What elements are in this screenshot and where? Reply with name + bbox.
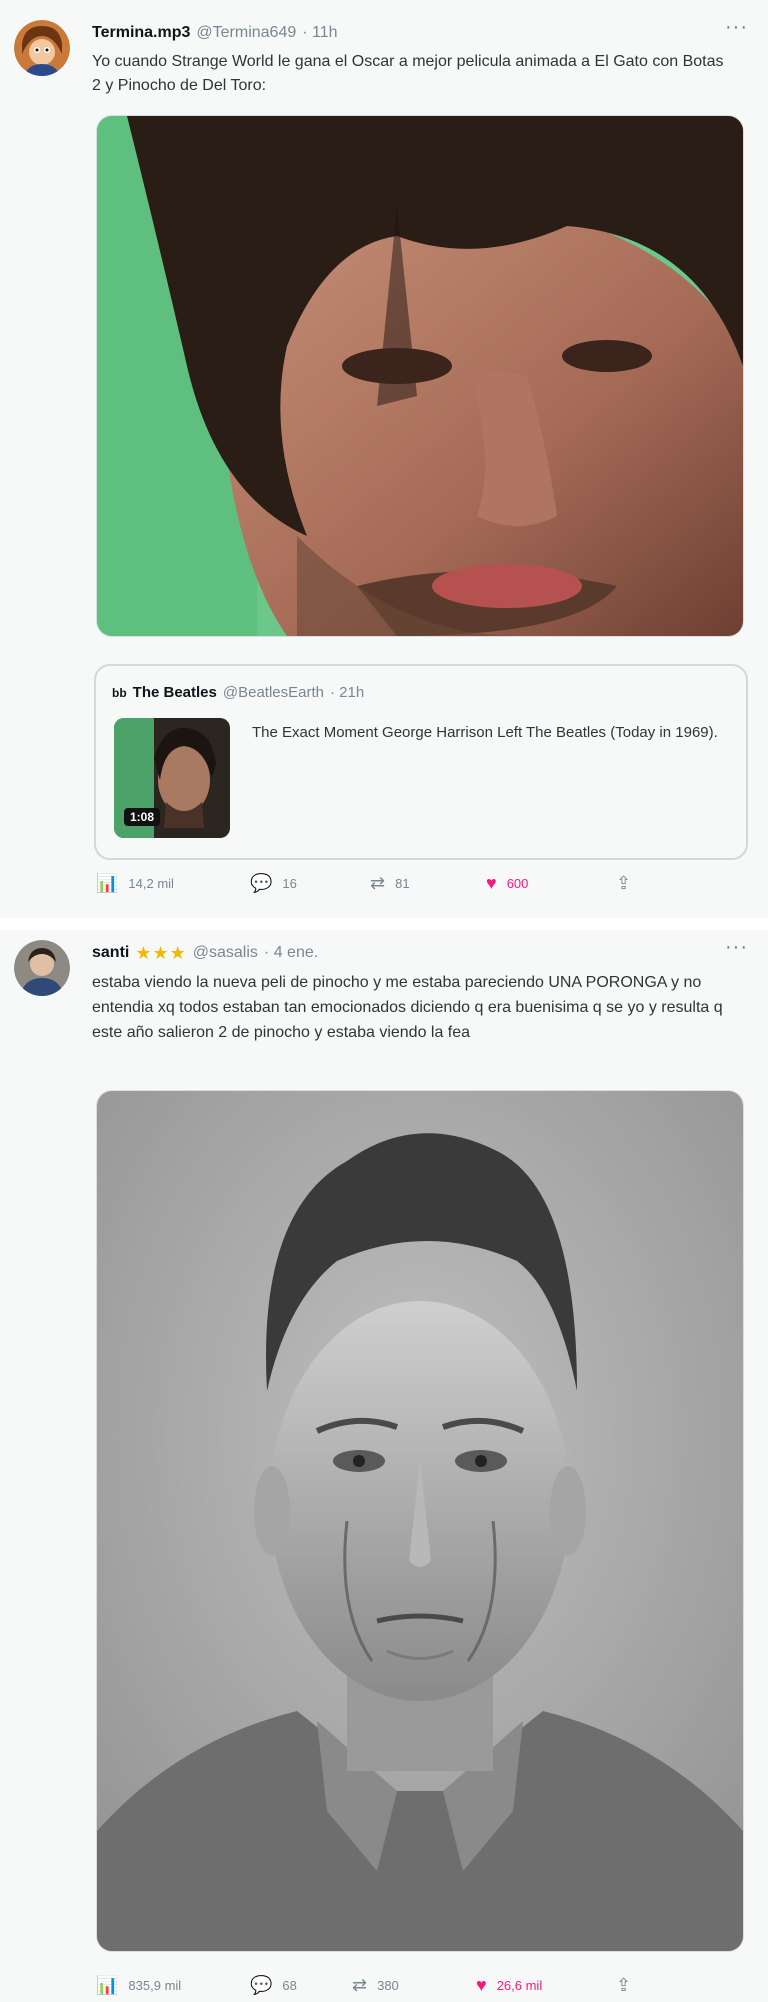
avatar[interactable] <box>14 20 70 76</box>
reply-icon: 💬 <box>250 1975 273 1995</box>
tweet-header: Termina.mp3 @Termina649 · 11h <box>92 20 338 46</box>
video-duration-badge: 1:08 <box>124 808 161 826</box>
avatar[interactable] <box>14 940 70 996</box>
tweet-divider <box>0 918 768 930</box>
views-button[interactable]: 📊 14,2 mil <box>96 870 174 896</box>
retweet-count: 380 <box>377 1977 399 1993</box>
tweet-image[interactable] <box>96 1090 744 1952</box>
share-icon: ⇪ <box>616 1975 632 1995</box>
quoted-tweet[interactable]: bb The Beatles @BeatlesEarth · 21h 1:08 … <box>94 664 748 860</box>
star-emoji: ★★★ <box>135 942 187 963</box>
tweet-text: Yo cuando Strange World le gana el Oscar… <box>92 53 724 94</box>
like-button[interactable]: ♥ 26,6 mil <box>476 1972 542 1998</box>
tweet-text: estaba viendo la nueva peli de pinocho y… <box>92 974 723 1041</box>
reply-count: 16 <box>282 875 297 891</box>
quoted-video-thumbnail[interactable]: 1:08 <box>114 718 230 838</box>
share-button[interactable]: ⇪ <box>616 1972 631 1998</box>
retweet-icon: ⇄ <box>370 873 386 893</box>
reply-count: 68 <box>282 1977 297 1993</box>
heart-icon: ♥ <box>486 873 497 893</box>
views-icon: 📊 <box>96 873 119 893</box>
quoted-handle[interactable]: @BeatlesEarth <box>223 684 324 701</box>
quoted-tweet-header: bb The Beatles @BeatlesEarth · 21h <box>112 684 364 701</box>
share-button[interactable]: ⇪ <box>616 870 631 896</box>
handle[interactable]: @Termina649 <box>196 24 296 42</box>
reply-button[interactable]: 💬 16 <box>250 870 297 896</box>
views-button[interactable]: 📊 835,9 mil <box>96 1972 181 1998</box>
quoted-tweet-text: The Exact Moment George Harrison Left Th… <box>252 724 718 741</box>
timestamp[interactable]: · 4 ene. <box>264 944 318 962</box>
quoted-timestamp[interactable]: · 21h <box>330 684 364 701</box>
more-options-icon[interactable]: ··· <box>725 16 748 39</box>
share-icon: ⇪ <box>616 873 632 893</box>
timestamp[interactable]: · 11h <box>302 24 337 42</box>
reply-button[interactable]: 💬 68 <box>250 1972 297 1998</box>
quoted-display-name[interactable]: The Beatles <box>133 684 217 701</box>
tweet-1[interactable]: Termina.mp3 @Termina649 · 11h ··· Yo cua… <box>0 0 768 918</box>
like-count: 600 <box>506 875 529 891</box>
heart-icon: ♥ <box>476 1975 487 1995</box>
beatles-account-icon: bb <box>112 685 127 700</box>
tweet-image[interactable] <box>96 115 744 637</box>
reply-icon: 💬 <box>250 873 273 893</box>
retweet-button[interactable]: ⇄ 81 <box>370 870 410 896</box>
views-count: 14,2 mil <box>128 875 174 891</box>
views-count: 835,9 mil <box>128 1977 182 1993</box>
retweet-count: 81 <box>395 875 410 891</box>
handle[interactable]: @sasalis <box>193 944 258 962</box>
tweet-2[interactable]: santi ★★★ @sasalis · 4 ene. ··· estaba v… <box>0 930 768 2002</box>
more-options-icon[interactable]: ··· <box>725 936 748 959</box>
retweet-button[interactable]: ⇄ 380 <box>352 1972 399 1998</box>
tweet-actions: 📊 14,2 mil 💬 16 ⇄ 81 ♥ 600 ⇪ <box>96 870 656 896</box>
tweet-header: santi ★★★ @sasalis · 4 ene. <box>92 940 318 966</box>
views-icon: 📊 <box>96 1975 119 1995</box>
like-button[interactable]: ♥ 600 <box>486 870 528 896</box>
tweet-actions: 📊 835,9 mil 💬 68 ⇄ 380 ♥ 26,6 mil ⇪ <box>96 1972 656 1998</box>
retweet-icon: ⇄ <box>352 1975 368 1995</box>
like-count: 26,6 mil <box>496 1977 543 1993</box>
display-name[interactable]: Termina.mp3 <box>92 24 190 42</box>
display-name[interactable]: santi <box>92 944 129 962</box>
